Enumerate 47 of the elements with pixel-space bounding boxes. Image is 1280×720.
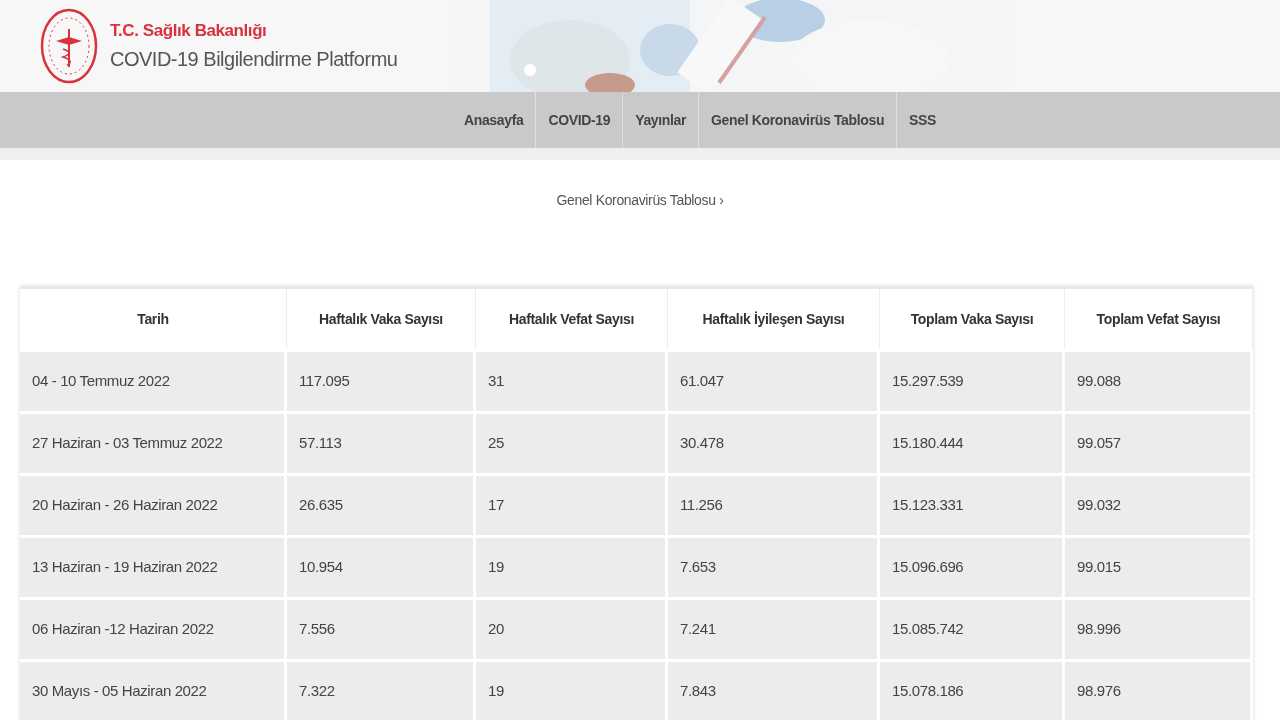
table-cell: 99.015 <box>1065 538 1253 597</box>
table-cell: 15.180.444 <box>880 414 1065 473</box>
table-cell: 17 <box>476 476 668 535</box>
table-cell: 117.095 <box>287 352 476 411</box>
ministry-emblem-icon <box>40 7 98 85</box>
column-header: Haftalık Vefat Sayısı <box>476 289 668 349</box>
table-cell: 7.241 <box>668 600 880 659</box>
ministry-name: T.C. Sağlık Bakanlığı <box>110 20 268 43</box>
column-header: Tarih <box>20 289 287 349</box>
nav-link[interactable]: Anasayfa <box>451 92 536 148</box>
table-cell: 15.297.539 <box>880 352 1065 411</box>
table-cell: 99.057 <box>1065 414 1253 473</box>
table-cell: 04 - 10 Temmuz 2022 <box>20 352 287 411</box>
table-cell: 99.088 <box>1065 352 1253 411</box>
table-cell: 15.123.331 <box>880 476 1065 535</box>
table-cell: 20 <box>476 600 668 659</box>
column-header: Haftalık İyileşen Sayısı <box>668 289 880 349</box>
table-cell: 61.047 <box>668 352 880 411</box>
table-cell: 99.032 <box>1065 476 1253 535</box>
table-cell: 15.078.186 <box>880 662 1065 720</box>
table-cell: 7.653 <box>668 538 880 597</box>
table-cell: 06 Haziran -12 Haziran 2022 <box>20 600 287 659</box>
table-cell: 20 Haziran - 26 Haziran 2022 <box>20 476 287 535</box>
table-cell: 19 <box>476 662 668 720</box>
table-cell: 98.996 <box>1065 600 1253 659</box>
table-cell: 31 <box>476 352 668 411</box>
table-cell: 30 Mayıs - 05 Haziran 2022 <box>20 662 287 720</box>
table-cell: 13 Haziran - 19 Haziran 2022 <box>20 538 287 597</box>
table-cell: 26.635 <box>287 476 476 535</box>
table-cell: 98.976 <box>1065 662 1253 720</box>
table-cell: 15.085.742 <box>880 600 1065 659</box>
table-cell: 57.113 <box>287 414 476 473</box>
table-cell: 25 <box>476 414 668 473</box>
table-cell: 7.556 <box>287 600 476 659</box>
column-header: Toplam Vaka Sayısı <box>880 289 1065 349</box>
table-cell: 10.954 <box>287 538 476 597</box>
table-cell: 19 <box>476 538 668 597</box>
table-cell: 27 Haziran - 03 Temmuz 2022 <box>20 414 287 473</box>
table-cell: 15.096.696 <box>880 538 1065 597</box>
column-header: Haftalık Vaka Sayısı <box>287 289 476 349</box>
table-cell: 7.843 <box>668 662 880 720</box>
table-cell: 7.322 <box>287 662 476 720</box>
breadcrumb-link[interactable]: Genel Koronavirüs Tablosu › <box>556 190 724 286</box>
column-header: Toplam Vefat Sayısı <box>1065 289 1253 349</box>
platform-title: COVID-19 Bilgilendirme Platformu <box>110 46 398 72</box>
table-cell: 11.256 <box>668 476 880 535</box>
table-cell: 30.478 <box>668 414 880 473</box>
